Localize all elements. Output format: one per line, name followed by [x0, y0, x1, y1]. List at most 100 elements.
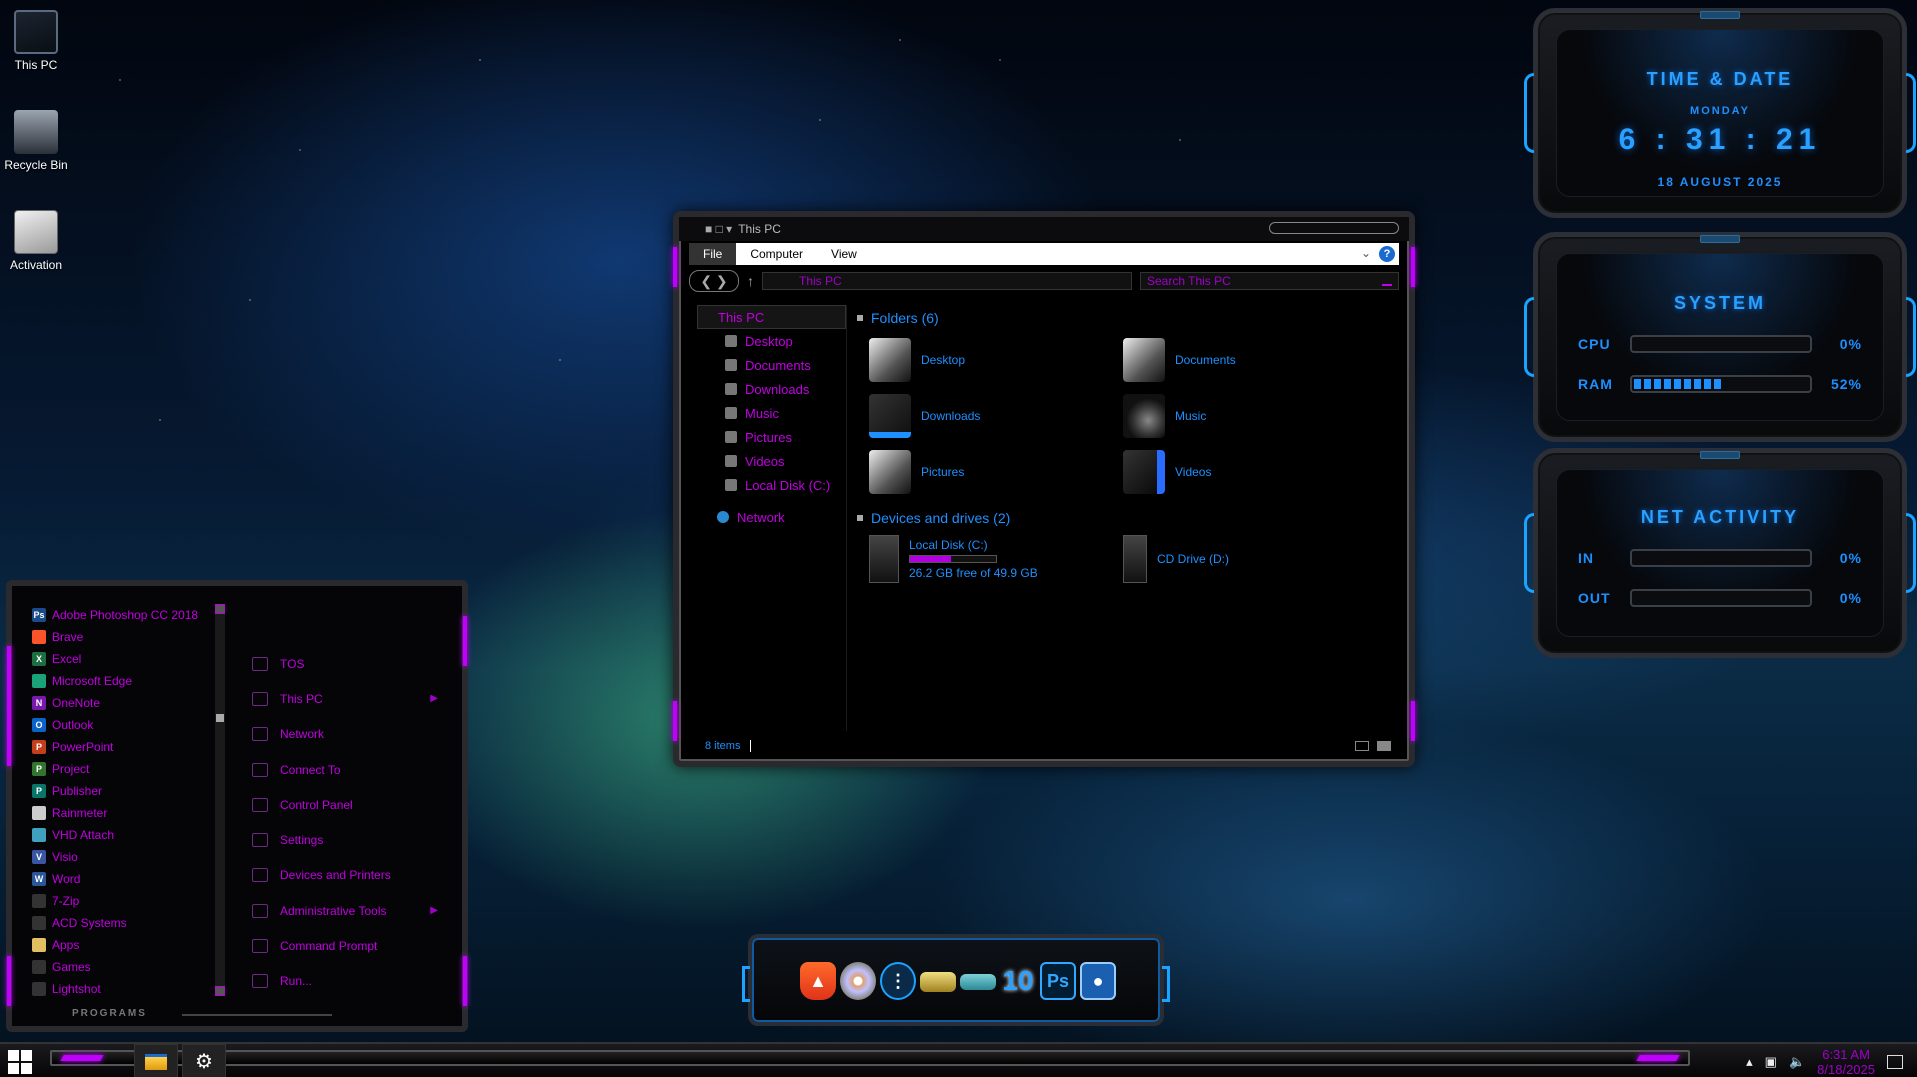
- scroll-up-icon[interactable]: [215, 604, 225, 614]
- taskbar-file-explorer[interactable]: [134, 1044, 178, 1077]
- folder-tile-music[interactable]: Music: [1123, 393, 1377, 439]
- file-explorer-window[interactable]: ■ □ ▾ This PC File Computer View ⌄ ? ❮ ❯…: [673, 211, 1415, 767]
- program-item[interactable]: O Outlook: [32, 714, 214, 736]
- tab-computer[interactable]: Computer: [736, 243, 817, 265]
- folder-tile-downloads[interactable]: Downloads: [869, 393, 1123, 439]
- disc-icon[interactable]: [840, 962, 876, 1000]
- music-folder-icon: [1123, 394, 1165, 438]
- programs-footer-label[interactable]: PROGRAMS: [72, 1008, 147, 1019]
- folder-tile-desktop[interactable]: Desktop: [869, 337, 1123, 383]
- taskbar-clock[interactable]: 6:31 AM 8/18/2025: [1817, 1047, 1875, 1077]
- nav-item-documents[interactable]: Documents: [697, 353, 846, 377]
- program-item[interactable]: Rainmeter: [32, 802, 214, 824]
- place-item[interactable]: Network: [252, 717, 452, 752]
- recycle-bin-icon: [14, 110, 58, 154]
- pictures-folder-icon: [869, 450, 911, 494]
- run-icon: [252, 974, 268, 989]
- desktop-icon-this-pc[interactable]: This PC: [0, 10, 72, 72]
- window-controls[interactable]: [1269, 222, 1399, 234]
- dock-icons: ▲ ⋮ 10 Ps ●: [800, 962, 1116, 1000]
- place-item[interactable]: This PC ▶: [252, 681, 452, 716]
- scroll-down-icon[interactable]: [215, 986, 225, 996]
- place-item[interactable]: Settings: [252, 822, 452, 857]
- usb-drive-icon[interactable]: [960, 974, 996, 990]
- drive-tile-c[interactable]: Local Disk (C:) 26.2 GB free of 49.9 GB: [869, 531, 1123, 587]
- nav-item-network[interactable]: Network: [697, 505, 846, 529]
- drive-tile-d[interactable]: CD Drive (D:): [1123, 531, 1377, 587]
- program-item[interactable]: Apps: [32, 934, 214, 956]
- scroll-thumb[interactable]: [216, 714, 224, 722]
- drive-icon[interactable]: [920, 972, 956, 992]
- nav-item-music[interactable]: Music: [697, 401, 846, 425]
- windows-10-icon[interactable]: 10: [1000, 962, 1036, 1000]
- item-count: 8 items: [705, 740, 741, 752]
- large-icons-view-icon[interactable]: [1377, 741, 1391, 751]
- nav-label: Downloads: [745, 381, 810, 397]
- folder-tile-pictures[interactable]: Pictures: [869, 449, 1123, 495]
- tile-label: Documents: [1175, 353, 1236, 367]
- back-forward-buttons[interactable]: ❮ ❯: [689, 270, 739, 292]
- program-item[interactable]: N OneNote: [32, 692, 214, 714]
- program-item[interactable]: P Project: [32, 758, 214, 780]
- up-arrow-icon[interactable]: ↑: [747, 273, 754, 289]
- place-item[interactable]: Connect To: [252, 752, 452, 787]
- program-item[interactable]: VHD Attach: [32, 824, 214, 846]
- rainmeter-icon: [32, 806, 46, 820]
- program-item[interactable]: X Excel: [32, 648, 214, 670]
- program-item[interactable]: P PowerPoint: [32, 736, 214, 758]
- title-bar[interactable]: ■ □ ▾ This PC: [679, 217, 1409, 241]
- desktop-icon-activation[interactable]: Activation: [0, 210, 72, 272]
- tab-file[interactable]: File: [689, 243, 737, 265]
- nav-item-local-disk[interactable]: Local Disk (C:): [697, 473, 846, 497]
- nav-label: Network: [737, 509, 785, 525]
- help-icon[interactable]: ?: [1379, 246, 1395, 262]
- program-item[interactable]: Brave: [32, 626, 214, 648]
- start-button[interactable]: [8, 1050, 32, 1074]
- folder-tile-documents[interactable]: Documents: [1123, 337, 1377, 383]
- neon-accent: [673, 247, 677, 287]
- meter-value: 0%: [1839, 590, 1862, 606]
- desktop-icon-recycle-bin[interactable]: Recycle Bin: [0, 110, 72, 172]
- program-item[interactable]: Microsoft Edge: [32, 670, 214, 692]
- camera-icon[interactable]: ●: [1080, 962, 1116, 1000]
- tray-overflow-icon[interactable]: ▴: [1746, 1054, 1753, 1070]
- program-item[interactable]: Ps Adobe Photoshop CC 2018: [32, 604, 214, 626]
- search-input[interactable]: Search This PC: [1140, 272, 1399, 290]
- folder-tile-videos[interactable]: Videos: [1123, 449, 1377, 495]
- program-item[interactable]: P Publisher: [32, 780, 214, 802]
- action-center-icon[interactable]: [1887, 1054, 1903, 1069]
- nav-item-pictures[interactable]: Pictures: [697, 425, 846, 449]
- program-item[interactable]: V Visio: [32, 846, 214, 868]
- quick-access-toolbar[interactable]: ■ □ ▾: [705, 222, 732, 236]
- network-icon[interactable]: ▣: [1765, 1054, 1777, 1070]
- place-item[interactable]: TOS: [252, 646, 452, 681]
- place-item[interactable]: Administrative Tools ▶: [252, 893, 452, 928]
- place-item[interactable]: Command Prompt: [252, 928, 452, 963]
- program-item[interactable]: 7-Zip: [32, 890, 214, 912]
- program-item[interactable]: Lightshot: [32, 978, 214, 996]
- details-view-icon[interactable]: [1355, 741, 1369, 751]
- folders-header[interactable]: Folders (6): [857, 305, 1399, 331]
- places-list: TOS This PC ▶ Network Connect To Control Pane…: [252, 646, 452, 999]
- nav-item-downloads[interactable]: Downloads: [697, 377, 846, 401]
- program-item[interactable]: ACD Systems: [32, 912, 214, 934]
- place-item[interactable]: Devices and Printers: [252, 858, 452, 893]
- address-input[interactable]: This PC: [762, 272, 1132, 290]
- place-item[interactable]: Control Panel: [252, 787, 452, 822]
- place-item[interactable]: Run...: [252, 964, 452, 999]
- drives-header[interactable]: Devices and drives (2): [857, 505, 1399, 531]
- clock-time: 6:31 AM: [1822, 1046, 1870, 1062]
- dots-app-icon[interactable]: ⋮: [880, 962, 916, 1000]
- ribbon-expand-icon[interactable]: ⌄: [1361, 246, 1371, 260]
- taskbar-settings[interactable]: ⚙: [182, 1044, 226, 1077]
- photoshop-icon[interactable]: Ps: [1040, 962, 1076, 1000]
- volume-icon[interactable]: 🔈: [1789, 1054, 1805, 1070]
- program-item[interactable]: W Word: [32, 868, 214, 890]
- tab-view[interactable]: View: [817, 243, 871, 265]
- nav-item-this-pc[interactable]: This PC: [697, 305, 846, 329]
- program-item[interactable]: Games: [32, 956, 214, 978]
- nav-item-videos[interactable]: Videos: [697, 449, 846, 473]
- programs-scrollbar[interactable]: [215, 604, 225, 996]
- nav-item-desktop[interactable]: Desktop: [697, 329, 846, 353]
- brave-icon[interactable]: ▲: [800, 962, 836, 1000]
